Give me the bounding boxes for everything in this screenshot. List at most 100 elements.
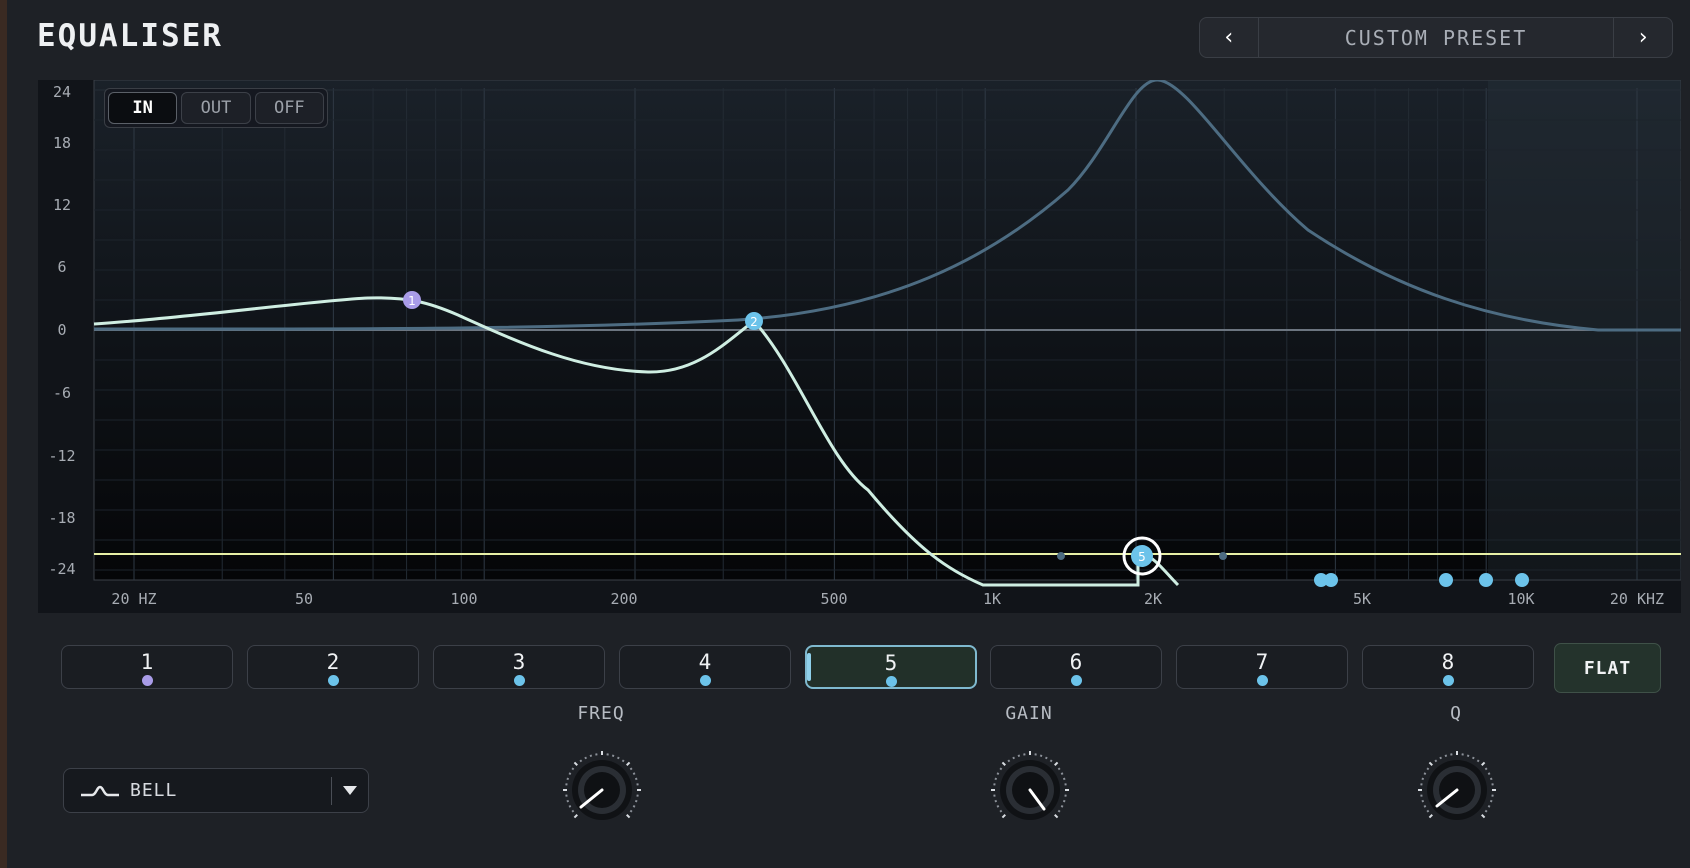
band-number: 6 bbox=[1069, 650, 1083, 674]
knob-tick bbox=[1484, 767, 1488, 771]
mode-in-button[interactable]: IN bbox=[108, 92, 178, 124]
knob-tick bbox=[996, 804, 1000, 808]
knob-tick bbox=[1426, 809, 1430, 813]
knob-tick bbox=[1060, 804, 1064, 808]
y-axis-label: 24 bbox=[52, 83, 72, 101]
band-node-2[interactable]: 2 bbox=[745, 312, 763, 330]
knob-tick bbox=[634, 777, 638, 781]
band-color-dot bbox=[1070, 675, 1082, 686]
knob-tick bbox=[566, 799, 570, 803]
chevron-left-icon[interactable]: ‹ bbox=[1200, 18, 1259, 57]
knob-tick bbox=[1489, 777, 1493, 781]
flat-button[interactable]: FLAT bbox=[1554, 643, 1661, 693]
knob-tick bbox=[1466, 754, 1470, 758]
mode-switch: IN OUT OFF bbox=[104, 88, 328, 128]
filter-shape-dropdown[interactable]: BELL bbox=[63, 768, 369, 813]
x-axis-label: 10K bbox=[1507, 590, 1535, 608]
knob-tick bbox=[1012, 756, 1016, 760]
band-button-5[interactable]: 5 bbox=[805, 645, 977, 689]
knob-tick bbox=[573, 761, 578, 766]
band-number: 5 bbox=[884, 651, 898, 675]
band-button-4[interactable]: 4 bbox=[619, 645, 791, 689]
gain-label: GAIN bbox=[1005, 703, 1053, 724]
eq-graph[interactable]: 1 2 5 bbox=[38, 80, 1681, 613]
knob-tick bbox=[1434, 759, 1438, 763]
x-axis-label: 200 bbox=[610, 590, 638, 608]
freq-knob[interactable] bbox=[561, 749, 643, 831]
band-button-1[interactable]: 1 bbox=[61, 645, 233, 689]
band-button-2[interactable]: 2 bbox=[247, 645, 419, 689]
chevron-right-icon[interactable]: › bbox=[1613, 18, 1672, 57]
knob-tick bbox=[1001, 761, 1006, 766]
knob-tick bbox=[616, 756, 620, 760]
knob-tick bbox=[1487, 772, 1491, 776]
knob-tick bbox=[1444, 754, 1448, 758]
knob-tick bbox=[1060, 772, 1064, 776]
knob-tick bbox=[1426, 767, 1430, 771]
knob-tick bbox=[1044, 756, 1048, 760]
x-axis-label: 20 HZ bbox=[111, 590, 157, 608]
band-node-1[interactable]: 1 bbox=[403, 291, 421, 309]
knob-tick bbox=[568, 804, 572, 808]
y-axis-label: -24 bbox=[48, 560, 76, 578]
preset-name: CUSTOM PRESET bbox=[1344, 25, 1528, 50]
knob-tick bbox=[589, 754, 593, 758]
freq-label: FREQ bbox=[577, 703, 625, 724]
band-button-7[interactable]: 7 bbox=[1176, 645, 1348, 689]
knob-tick bbox=[571, 767, 575, 771]
mode-off-button[interactable]: OFF bbox=[254, 92, 324, 124]
knob-tick bbox=[584, 756, 588, 760]
knob-tick bbox=[611, 754, 615, 758]
band-color-dot bbox=[327, 675, 339, 686]
band-node-6[interactable] bbox=[1439, 573, 1453, 587]
knob-tick bbox=[1489, 799, 1493, 803]
band-color-dot bbox=[885, 676, 897, 687]
knob-tick bbox=[1471, 756, 1475, 760]
band-button-8[interactable]: 8 bbox=[1362, 645, 1534, 689]
preset-selector[interactable]: ‹ CUSTOM PRESET › bbox=[1199, 17, 1673, 58]
q-label: Q bbox=[1450, 703, 1462, 724]
band-number: 8 bbox=[1441, 650, 1455, 674]
y-axis-label: 12 bbox=[52, 196, 72, 214]
x-axis-label: 50 bbox=[294, 590, 314, 608]
knob-tick bbox=[629, 767, 633, 771]
band-node-7[interactable] bbox=[1479, 573, 1493, 587]
eq-graph-canvas[interactable]: 1 2 5 bbox=[38, 80, 1681, 613]
knob-tick bbox=[1428, 761, 1433, 766]
band-node-4[interactable] bbox=[1324, 573, 1338, 587]
x-axis-label: 5K bbox=[1352, 590, 1372, 608]
band-width-handle[interactable] bbox=[1057, 552, 1065, 560]
q-knob[interactable] bbox=[1416, 749, 1498, 831]
knob-tick bbox=[1017, 754, 1021, 758]
knob-tick bbox=[1062, 777, 1066, 781]
knob-tick bbox=[573, 814, 578, 819]
knob-tick bbox=[579, 759, 583, 763]
knob-tick bbox=[621, 759, 625, 763]
knob-tick bbox=[999, 809, 1003, 813]
band-node-8[interactable] bbox=[1515, 573, 1529, 587]
node-label: 2 bbox=[750, 315, 758, 329]
band-button-6[interactable]: 6 bbox=[990, 645, 1162, 689]
gain-knob[interactable] bbox=[989, 749, 1071, 831]
knob-tick bbox=[1481, 814, 1486, 819]
band-color-dot bbox=[513, 675, 525, 686]
filter-shape-label: BELL bbox=[130, 780, 178, 801]
knob-tick bbox=[1423, 772, 1427, 776]
y-axis-label: -18 bbox=[48, 509, 76, 527]
bell-curve-icon bbox=[81, 785, 119, 796]
knob-tick bbox=[994, 777, 998, 781]
band-button-3[interactable]: 3 bbox=[433, 645, 605, 689]
knob-tick bbox=[632, 772, 636, 776]
x-axis-label: 100 bbox=[450, 590, 478, 608]
knob-tick bbox=[1062, 799, 1066, 803]
knob-tick bbox=[999, 767, 1003, 771]
knob-tick bbox=[1039, 754, 1043, 758]
knob-tick bbox=[1487, 804, 1491, 808]
knob-tick bbox=[1481, 761, 1486, 766]
x-axis-label: 1K bbox=[982, 590, 1002, 608]
band-width-handle[interactable] bbox=[1219, 552, 1227, 560]
mode-out-button[interactable]: OUT bbox=[181, 92, 251, 124]
y-axis-label: -6 bbox=[52, 384, 72, 402]
y-axis-label: -12 bbox=[48, 447, 76, 465]
caret-down-icon bbox=[332, 786, 368, 795]
